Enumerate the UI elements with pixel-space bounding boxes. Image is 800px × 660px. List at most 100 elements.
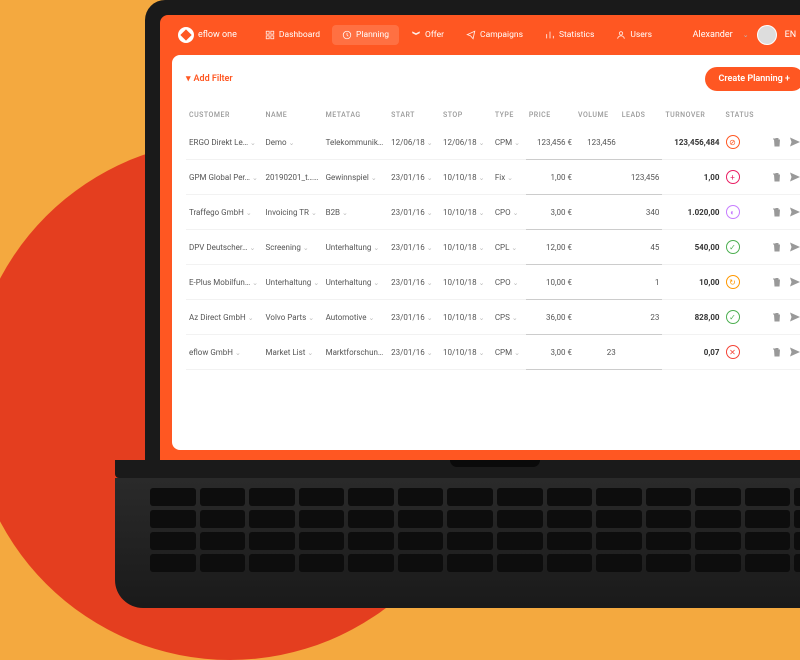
col-status[interactable]: STATUS <box>723 105 761 125</box>
cell-start[interactable]: 23/01/16⌄ <box>388 300 440 335</box>
send-icon[interactable] <box>789 206 800 218</box>
nav-users[interactable]: Users <box>606 25 662 45</box>
cell-customer[interactable]: Az Direct GmbH⌄ <box>186 300 262 335</box>
status-icon[interactable]: ✓ <box>726 240 740 254</box>
cell-start[interactable]: 23/01/16⌄ <box>388 160 440 195</box>
cell-volume[interactable] <box>575 160 619 195</box>
send-icon[interactable] <box>789 171 800 183</box>
cell-customer[interactable]: GPM Global Per…⌄ <box>186 160 262 195</box>
cell-metatag[interactable]: Unterhaltung⌄ <box>323 230 389 265</box>
cell-type[interactable]: CPS⌄ <box>492 300 526 335</box>
col-stop[interactable]: STOP <box>440 105 492 125</box>
cell-start[interactable]: 12/06/18⌄ <box>388 125 440 160</box>
cell-customer[interactable]: ERGO Direkt Le…⌄ <box>186 125 262 160</box>
cell-type[interactable]: CPM⌄ <box>492 335 526 370</box>
cell-leads[interactable]: 123,456 <box>619 160 663 195</box>
cell-volume[interactable]: 123,456 <box>575 125 619 160</box>
col-leads[interactable]: LEADS <box>619 105 663 125</box>
cell-metatag[interactable]: Unterhaltung⌄ <box>323 265 389 300</box>
cell-price[interactable]: 1,00 € <box>526 160 575 195</box>
cell-metatag[interactable]: Gewinnspiel⌄ <box>323 160 389 195</box>
send-icon[interactable] <box>789 136 800 148</box>
cell-volume[interactable] <box>575 300 619 335</box>
cell-start[interactable]: 23/01/16⌄ <box>388 230 440 265</box>
nav-campaigns[interactable]: Campaigns <box>456 25 533 45</box>
cell-start[interactable]: 23/01/16⌄ <box>388 335 440 370</box>
send-icon[interactable] <box>789 346 800 358</box>
cell-price[interactable]: 36,00 € <box>526 300 575 335</box>
cell-leads[interactable]: 340 <box>619 195 663 230</box>
cell-price[interactable]: 3,00 € <box>526 195 575 230</box>
cell-leads[interactable]: 1 <box>619 265 663 300</box>
cell-metatag[interactable]: Telekommunikation⌄ <box>323 125 389 160</box>
col-price[interactable]: PRICE <box>526 105 575 125</box>
cell-type[interactable]: Fix⌄ <box>492 160 526 195</box>
brand-logo[interactable]: eflow one <box>178 27 237 43</box>
nav-statistics[interactable]: Statistics <box>535 25 604 45</box>
cell-type[interactable]: CPO⌄ <box>492 195 526 230</box>
cell-stop[interactable]: 10/10/18⌄ <box>440 265 492 300</box>
avatar[interactable] <box>757 25 777 45</box>
col-turnover[interactable]: TURNOVER <box>662 105 722 125</box>
status-icon[interactable]: ⊘ <box>726 135 740 149</box>
cell-metatag[interactable]: Automotive⌄ <box>323 300 389 335</box>
nav-offer[interactable]: Offer <box>401 25 454 45</box>
cell-price[interactable]: 3,00 € <box>526 335 575 370</box>
send-icon[interactable] <box>789 241 800 253</box>
col-metatag[interactable]: METATAG <box>323 105 389 125</box>
cell-name[interactable]: Screening⌄ <box>262 230 322 265</box>
col-name[interactable]: NAME <box>262 105 322 125</box>
cell-start[interactable]: 23/01/16⌄ <box>388 265 440 300</box>
cell-stop[interactable]: 12/06/18⌄ <box>440 125 492 160</box>
status-icon[interactable]: ✕ <box>726 345 740 359</box>
user-name[interactable]: Alexander <box>693 30 733 40</box>
cell-metatag[interactable]: B2B⌄ <box>323 195 389 230</box>
col-start[interactable]: START <box>388 105 440 125</box>
col-type[interactable]: TYPE <box>492 105 526 125</box>
status-icon[interactable]: ✓ <box>726 310 740 324</box>
send-icon[interactable] <box>789 311 800 323</box>
create-planning-button[interactable]: Create Planning + <box>705 67 800 91</box>
delete-icon[interactable] <box>771 346 783 358</box>
add-filter-button[interactable]: ▾ Add Filter <box>186 74 233 84</box>
cell-price[interactable]: 123,456 € <box>526 125 575 160</box>
cell-type[interactable]: CPM⌄ <box>492 125 526 160</box>
cell-stop[interactable]: 10/10/18⌄ <box>440 335 492 370</box>
cell-customer[interactable]: DPV Deutscher…⌄ <box>186 230 262 265</box>
lang-switch[interactable]: EN <box>785 30 797 40</box>
cell-type[interactable]: CPL⌄ <box>492 230 526 265</box>
status-icon[interactable]: ◐ <box>726 205 740 219</box>
send-icon[interactable] <box>789 276 800 288</box>
cell-stop[interactable]: 10/10/18⌄ <box>440 230 492 265</box>
cell-stop[interactable]: 10/10/18⌄ <box>440 195 492 230</box>
cell-leads[interactable]: 45 <box>619 230 663 265</box>
delete-icon[interactable] <box>771 241 783 253</box>
cell-stop[interactable]: 10/10/18⌄ <box>440 300 492 335</box>
cell-start[interactable]: 23/01/16⌄ <box>388 195 440 230</box>
cell-customer[interactable]: E-Plus Mobilfun…⌄ <box>186 265 262 300</box>
col-customer[interactable]: CUSTOMER <box>186 105 262 125</box>
cell-name[interactable]: Volvo Parts⌄ <box>262 300 322 335</box>
cell-price[interactable]: 10,00 € <box>526 265 575 300</box>
status-icon[interactable]: + <box>726 170 740 184</box>
cell-leads[interactable] <box>619 335 663 370</box>
delete-icon[interactable] <box>771 311 783 323</box>
delete-icon[interactable] <box>771 206 783 218</box>
cell-customer[interactable]: Traffego GmbH⌄ <box>186 195 262 230</box>
cell-name[interactable]: Unterhaltung⌄ <box>262 265 322 300</box>
cell-name[interactable]: Invoicing TR⌄ <box>262 195 322 230</box>
nav-planning[interactable]: Planning <box>332 25 399 45</box>
cell-volume[interactable] <box>575 230 619 265</box>
cell-price[interactable]: 12,00 € <box>526 230 575 265</box>
cell-volume[interactable] <box>575 265 619 300</box>
cell-leads[interactable] <box>619 125 663 160</box>
col-volume[interactable]: VOLUME <box>575 105 619 125</box>
cell-type[interactable]: CPO⌄ <box>492 265 526 300</box>
cell-customer[interactable]: eflow GmbH⌄ <box>186 335 262 370</box>
cell-name[interactable]: 20190201_t…⌄ <box>262 160 322 195</box>
cell-stop[interactable]: 10/10/18⌄ <box>440 160 492 195</box>
cell-volume[interactable] <box>575 195 619 230</box>
status-icon[interactable]: ↻ <box>726 275 740 289</box>
delete-icon[interactable] <box>771 276 783 288</box>
cell-metatag[interactable]: Marktforschung⌄ <box>323 335 389 370</box>
